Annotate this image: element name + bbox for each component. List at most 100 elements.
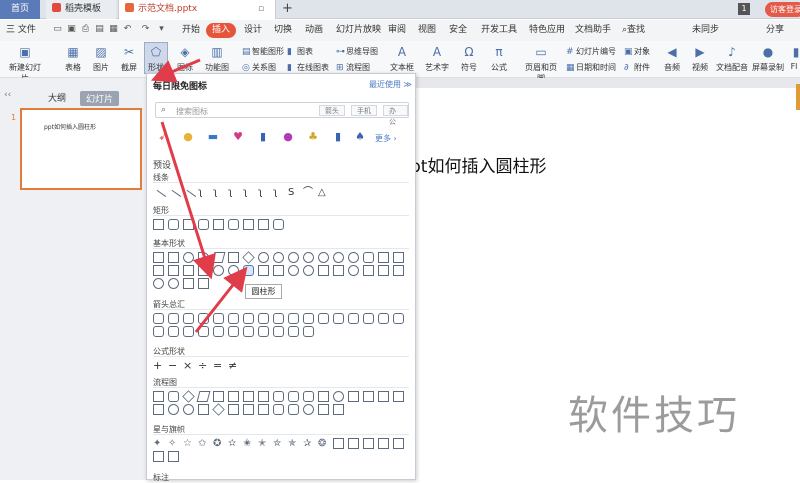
folder-icon[interactable]: ▭ [52, 24, 63, 35]
audio-button[interactable]: ◀ 音频 [660, 45, 684, 73]
laptop-icon[interactable]: ▬ [207, 130, 219, 144]
document-icon[interactable]: ▮ [332, 130, 344, 144]
tab-home[interactable]: 首页 [0, 0, 40, 19]
menu-view[interactable]: 视图 [418, 23, 436, 38]
smart-graphic-button[interactable]: ▤智能图形 [242, 46, 284, 57]
shape-button-content[interactable]: ⬠ 形状 [146, 45, 166, 73]
art-text-button[interactable]: A 艺术字 [424, 45, 450, 73]
menu-features[interactable]: 特色应用 [529, 23, 565, 38]
menu-devtools[interactable]: 开发工具 [481, 23, 517, 38]
visitor-login-button[interactable]: 访客登录 [765, 2, 800, 17]
menu-review[interactable]: 审阅 [388, 23, 406, 38]
chart-icon: ▮ [287, 47, 292, 57]
more-label: Fl [790, 62, 798, 71]
thumbnail-title: ppt如何插入圆柱形 [44, 124, 96, 131]
icon-search-input[interactable]: ⌕ 搜索图标 箭头 手机 办公 [155, 102, 409, 126]
dropdown-icon[interactable]: ▾ [156, 24, 167, 35]
symbol-label: 符号 [461, 63, 477, 72]
trophy-icon[interactable]: ♣ [307, 130, 319, 144]
rounded-rect-shape[interactable] [168, 219, 179, 230]
file-menu[interactable]: 三 文件 [6, 23, 36, 38]
menu-insert[interactable]: 插入 [206, 23, 237, 38]
table-icon: ▦ [67, 45, 79, 59]
menu-start[interactable]: 开始 [182, 23, 200, 38]
menu-design[interactable]: 设计 [244, 23, 262, 38]
line-shape[interactable] [150, 189, 167, 206]
heart-icon[interactable]: ♥ [232, 130, 244, 144]
preview-icon[interactable]: ▤ [94, 24, 105, 35]
func-chart-button[interactable]: ▥ 功能图 [200, 45, 234, 73]
outline-tab[interactable]: 大纲 [48, 91, 66, 104]
arrow-line-shape[interactable] [165, 189, 182, 206]
calendar-icon: ▦ [566, 63, 575, 73]
rect-shape[interactable] [153, 219, 164, 230]
datetime-button[interactable]: ▦日期和时间 [566, 62, 616, 73]
double-arrow-line-shape[interactable] [180, 189, 197, 206]
chart-button[interactable]: ▮ 图表 [287, 46, 313, 57]
format-icon[interactable]: ▦ [108, 24, 119, 35]
slide-thumbnail[interactable]: ppt如何插入圆柱形 [20, 108, 142, 190]
chart-label: 图表 [297, 47, 313, 56]
slide-number-button[interactable]: # 幻灯片编号 [566, 46, 616, 57]
relation-button[interactable]: ◎ 关系图 [242, 62, 276, 73]
formula-button[interactable]: π 公式 [488, 45, 510, 73]
attachment-button[interactable]: ∂ 附件 [624, 62, 650, 73]
scissors-icon: ✂ [123, 45, 135, 59]
chip-phone[interactable]: 手机 [351, 105, 377, 116]
more-button[interactable]: ▮ Fl [788, 45, 800, 71]
share-button[interactable]: 分享 [766, 23, 784, 38]
doc-audio-icon: ♪ [728, 45, 736, 59]
bulb-icon[interactable]: ● [182, 130, 194, 144]
table-button[interactable]: ▦ 表格 [62, 45, 84, 73]
tab-close-icon[interactable]: ▫ [258, 4, 264, 14]
symbol-button[interactable]: Ω 符号 [458, 45, 480, 73]
info-icon[interactable]: ● [282, 130, 294, 144]
textbox-button[interactable]: A 文本框 [390, 45, 414, 73]
new-slide-icon: ▣ [19, 45, 31, 59]
art-text-label: 艺术字 [425, 63, 449, 72]
undo-icon[interactable]: ↶ [122, 24, 133, 35]
chip-office[interactable]: 办公 [383, 105, 408, 126]
screenshot-button[interactable]: ✂ 截屏 [118, 45, 140, 73]
video-icon: ▶ [695, 45, 705, 59]
tab-docer-templates[interactable]: 稻壳模板 [46, 0, 116, 19]
menu-slideshow[interactable]: 幻灯片放映 [336, 23, 381, 38]
sync-status[interactable]: 未同步 [692, 23, 719, 38]
cylinder-shape[interactable] [243, 265, 254, 276]
search-menu[interactable]: ⌕查找 [622, 23, 645, 38]
picture-button[interactable]: ▨ 图片 [90, 45, 112, 73]
new-tab-button[interactable]: + [282, 1, 293, 16]
menu-doc-assistant[interactable]: 文档助手 [575, 23, 611, 38]
arrow-shapes-grid [151, 312, 413, 338]
slides-tab[interactable]: 幻灯片 [80, 91, 120, 106]
book-icon[interactable]: ▮ [257, 130, 269, 144]
tab-document[interactable]: 示范文档.pptx [118, 0, 276, 19]
video-button[interactable]: ▶ 视频 [688, 45, 712, 73]
search-icon: ⌕ [161, 105, 167, 115]
menu-animation[interactable]: 动画 [305, 23, 323, 38]
screen-record-button[interactable]: ● 屏幕录制 [752, 45, 784, 73]
tree-icon[interactable]: ♠ [354, 130, 366, 144]
video-label: 视频 [692, 63, 708, 72]
recent-used-link[interactable]: 最近使用 ≫ [369, 79, 412, 90]
save-icon[interactable]: ▣ [66, 24, 77, 35]
doc-audio-button[interactable]: ♪ 文档配音 [716, 45, 748, 73]
redo-icon[interactable]: ↷ [140, 24, 151, 35]
chip-arrow[interactable]: 箭头 [319, 105, 345, 116]
shape-icon: ⬠ [150, 45, 162, 59]
more-icons-link[interactable]: 更多 › [375, 133, 397, 144]
mind-map-button[interactable]: ⊶思维导图 [336, 46, 378, 57]
flowchart-button[interactable]: ⊞ 流程图 [336, 62, 370, 73]
rocket-icon[interactable]: ➶ [157, 130, 169, 144]
side-tab[interactable] [796, 84, 800, 110]
slide-title[interactable]: pt如何插入圆柱形 [410, 152, 546, 177]
object-button[interactable]: ▣对象 [624, 46, 650, 57]
online-chart-button[interactable]: ▮ 在线图表 [287, 62, 329, 73]
collapse-icon[interactable]: ‹‹ [4, 90, 11, 100]
picture-label: 图片 [93, 63, 109, 72]
divider [153, 248, 409, 249]
print-icon[interactable]: ⎙ [80, 24, 91, 35]
menu-security[interactable]: 安全 [449, 23, 467, 38]
rect-grid [151, 218, 413, 231]
menu-transition[interactable]: 切换 [274, 23, 292, 38]
